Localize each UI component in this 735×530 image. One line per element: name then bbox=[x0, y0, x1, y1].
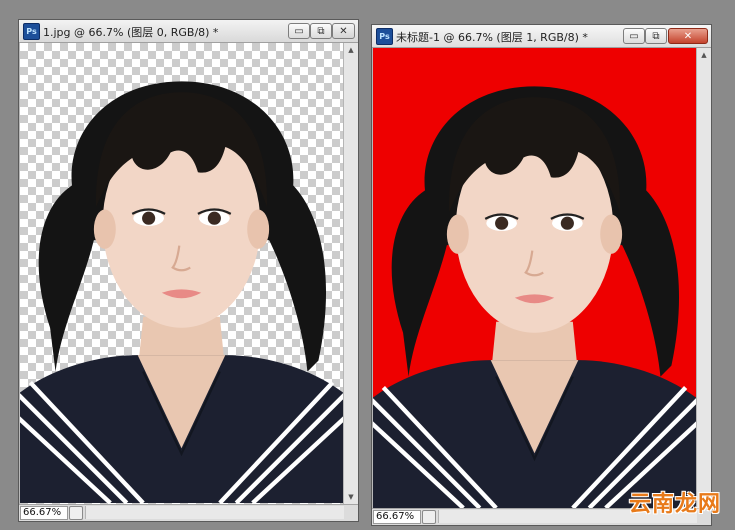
close-button[interactable]: ✕ bbox=[668, 28, 708, 44]
zoom-level-field[interactable]: 66.67% bbox=[20, 506, 68, 520]
canvas[interactable] bbox=[373, 48, 696, 508]
document-window-2[interactable]: Ps 未标题-1 @ 66.7% (图层 1, RGB/8) * ▭ ⧉ ✕ ▲… bbox=[371, 24, 712, 526]
photoshop-icon: Ps bbox=[23, 23, 40, 40]
restore-button[interactable]: ⧉ bbox=[310, 23, 332, 39]
scroll-up-arrow-icon[interactable]: ▲ bbox=[697, 48, 711, 62]
status-bar: 66.67% bbox=[19, 504, 358, 521]
status-menu-icon[interactable] bbox=[69, 506, 83, 520]
title-bar[interactable]: Ps 1.jpg @ 66.7% (图层 0, RGB/8) * ▭ ⧉ ✕ bbox=[19, 20, 358, 43]
canvas[interactable] bbox=[20, 43, 343, 504]
title-bar[interactable]: Ps 未标题-1 @ 66.7% (图层 1, RGB/8) * ▭ ⧉ ✕ bbox=[372, 25, 711, 48]
scroll-down-arrow-icon[interactable]: ▼ bbox=[344, 490, 358, 504]
photoshop-icon: Ps bbox=[376, 28, 393, 45]
minimize-button[interactable]: ▭ bbox=[623, 28, 645, 44]
zoom-level-field[interactable]: 66.67% bbox=[373, 510, 421, 524]
close-button[interactable]: ✕ bbox=[332, 23, 355, 39]
restore-button[interactable]: ⧉ bbox=[645, 28, 667, 44]
status-menu-icon[interactable] bbox=[422, 510, 436, 524]
watermark-logo: 云南龙网 bbox=[628, 492, 721, 517]
minimize-button[interactable]: ▭ bbox=[288, 23, 310, 39]
scroll-up-arrow-icon[interactable]: ▲ bbox=[344, 43, 358, 57]
portrait-image bbox=[373, 48, 696, 508]
horizontal-scrollbar[interactable] bbox=[85, 506, 344, 519]
vertical-scrollbar[interactable]: ▲ ▼ bbox=[696, 48, 711, 508]
window-title: 未标题-1 @ 66.7% (图层 1, RGB/8) * bbox=[396, 31, 588, 44]
window-title: 1.jpg @ 66.7% (图层 0, RGB/8) * bbox=[43, 26, 219, 39]
portrait-image bbox=[20, 43, 343, 503]
document-window-1[interactable]: Ps 1.jpg @ 66.7% (图层 0, RGB/8) * ▭ ⧉ ✕ ▲… bbox=[18, 19, 359, 522]
vertical-scrollbar[interactable]: ▲ ▼ bbox=[343, 43, 358, 504]
